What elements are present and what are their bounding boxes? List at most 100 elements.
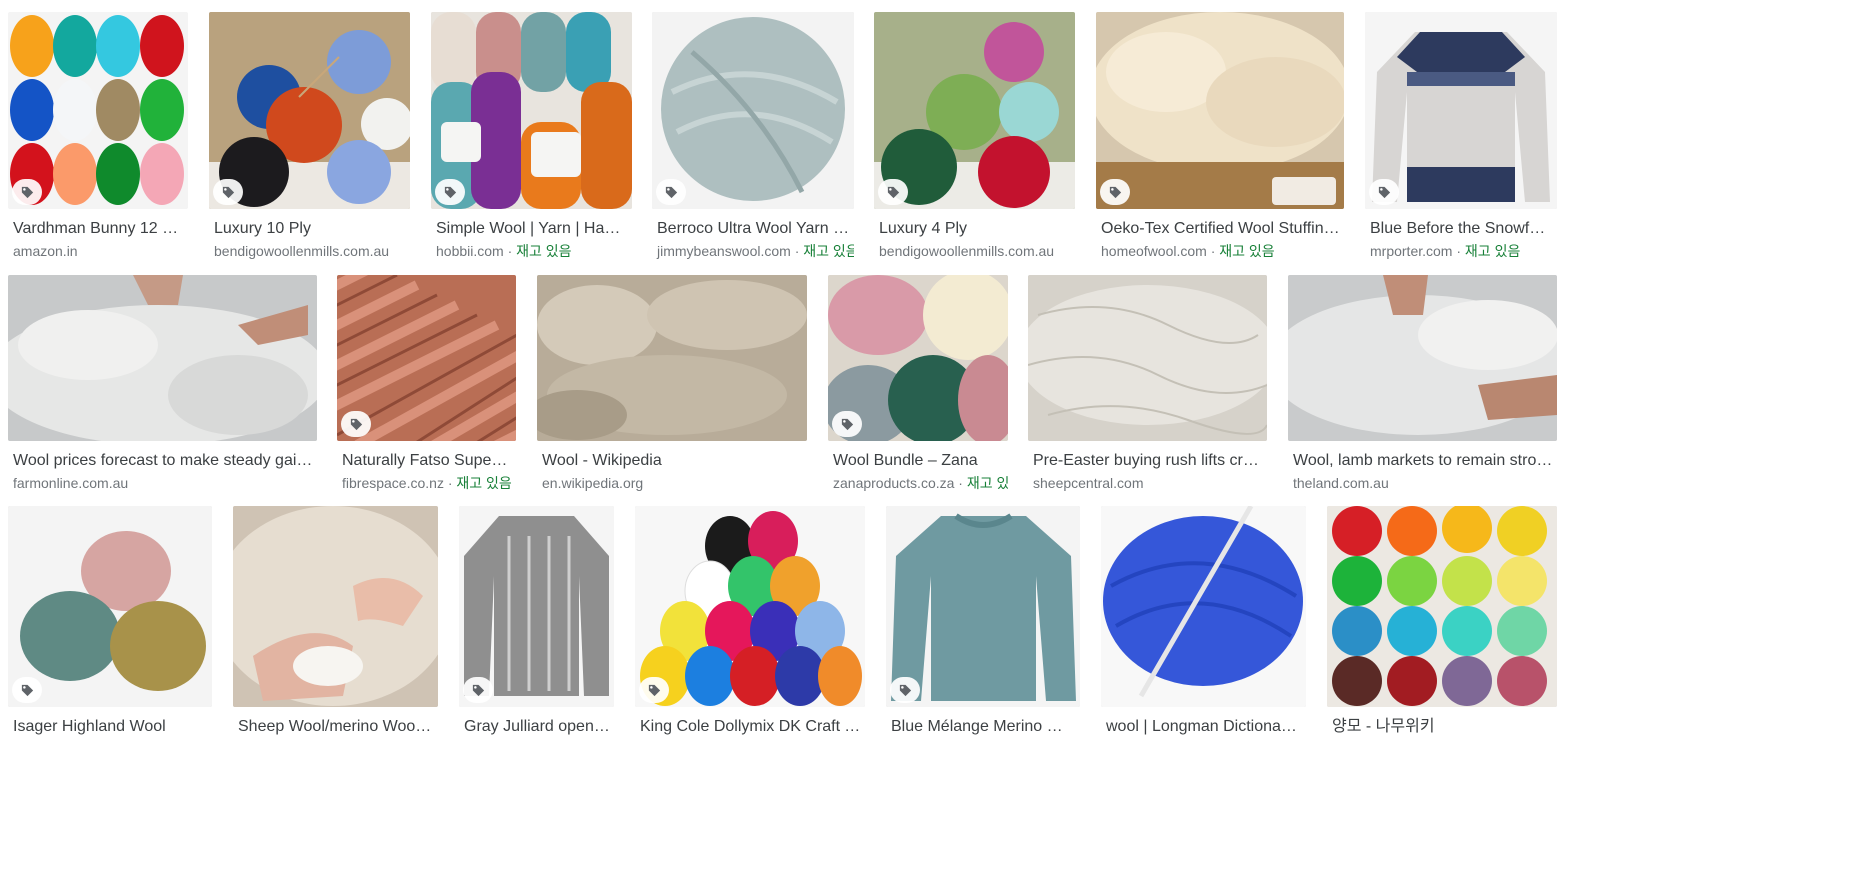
- result-thumbnail[interactable]: [1028, 275, 1267, 441]
- result-card[interactable]: Wool - Wikipedia en.wikipedia.org: [537, 275, 807, 492]
- result-thumbnail[interactable]: [886, 506, 1080, 707]
- result-thumbnail[interactable]: [1101, 506, 1306, 707]
- result-title[interactable]: Sheep Wool/merino Wool/greas...: [233, 717, 438, 737]
- result-meta: zanaproducts.co.za · 재고 있음: [828, 474, 1008, 492]
- blue-yarn-image: [1101, 506, 1306, 707]
- yarn-balls-image: [8, 12, 188, 209]
- result-source[interactable]: theland.com.au: [1293, 475, 1389, 491]
- product-tag-icon: [890, 677, 920, 703]
- in-stock-label: 재고 있음: [516, 243, 572, 259]
- result-card[interactable]: Wool, lamb markets to remain strong in 2…: [1288, 275, 1557, 492]
- result-title[interactable]: Blue Mélange Merino Wool-Bl...: [886, 717, 1080, 737]
- result-thumbnail[interactable]: [337, 275, 516, 441]
- result-source[interactable]: hobbii.com: [436, 243, 504, 259]
- result-meta: fibrespace.co.nz · 재고 있음: [342, 475, 512, 491]
- result-source[interactable]: en.wikipedia.org: [542, 475, 643, 491]
- result-title[interactable]: Wool Bundle – Zana: [828, 451, 1008, 471]
- product-tag-icon: [213, 179, 243, 205]
- result-card[interactable]: Blue Mélange Merino Wool-Bl...: [886, 506, 1080, 737]
- result-title[interactable]: Pre-Easter buying rush lifts crossbred..…: [1028, 451, 1267, 471]
- result-title[interactable]: King Cole Dollymix DK Craft Toy Ma...: [635, 717, 865, 737]
- in-stock-label: 재고 있음: [456, 475, 512, 491]
- result-thumbnail[interactable]: [1288, 275, 1557, 441]
- result-meta: bendigowoollenmills.com.au: [209, 242, 410, 260]
- result-title[interactable]: Vardhman Bunny 12 Pc Co...: [8, 219, 188, 239]
- result-thumbnail[interactable]: [233, 506, 438, 707]
- result-meta: hobbii.com · 재고 있음: [436, 243, 572, 259]
- result-thumbnail[interactable]: [1327, 506, 1557, 707]
- result-source[interactable]: homeofwool.com: [1101, 243, 1207, 259]
- result-source[interactable]: zanaproducts.co.za: [833, 475, 954, 491]
- in-stock-label: 재고 있음: [1219, 243, 1275, 259]
- result-meta: jimmybeanswool.com · 재고 있음: [652, 242, 854, 260]
- result-thumbnail[interactable]: [828, 275, 1008, 441]
- result-meta: farmonline.com.au: [8, 474, 317, 492]
- result-source[interactable]: mrporter.com: [1370, 243, 1452, 259]
- result-card[interactable]: wool | Longman Dictionary of C...: [1101, 506, 1306, 737]
- result-card[interactable]: Sheep Wool/merino Wool/greas...: [233, 506, 438, 737]
- result-thumbnail[interactable]: [8, 275, 317, 441]
- result-thumbnail[interactable]: [652, 12, 854, 209]
- result-title[interactable]: Luxury 10 Ply: [209, 219, 410, 239]
- result-card[interactable]: Berroco Ultra Wool Yarn - 3318... jimmyb…: [652, 12, 854, 260]
- result-meta: sheepcentral.com: [1028, 474, 1267, 492]
- result-thumbnail[interactable]: [537, 275, 807, 441]
- result-card[interactable]: King Cole Dollymix DK Craft Toy Ma...: [635, 506, 865, 737]
- result-card[interactable]: Naturally Fatso Super Chun... fibrespace…: [337, 275, 516, 492]
- result-thumbnail[interactable]: [8, 506, 212, 707]
- wool-fibres-image: [1028, 275, 1267, 441]
- result-source[interactable]: farmonline.com.au: [13, 475, 128, 491]
- fleece-closeup-image: [537, 275, 807, 441]
- grey-yarn-image: [652, 12, 854, 209]
- result-thumbnail[interactable]: [1096, 12, 1344, 209]
- result-source[interactable]: fibrespace.co.nz: [342, 475, 444, 491]
- result-card[interactable]: Wool prices forecast to make steady gain…: [8, 275, 317, 492]
- result-thumbnail[interactable]: [459, 506, 614, 707]
- result-title[interactable]: Wool - Wikipedia: [537, 451, 807, 471]
- result-card[interactable]: Luxury 10 Ply bendigowoollenmills.com.au: [209, 12, 410, 260]
- result-thumbnail[interactable]: [431, 12, 632, 209]
- three-yarn-image: [8, 506, 212, 707]
- result-card[interactable]: Wool Bundle – Zana zanaproducts.co.za · …: [828, 275, 1008, 492]
- result-thumbnail[interactable]: [8, 12, 188, 209]
- result-card[interactable]: 양모 - 나무위키: [1327, 506, 1557, 737]
- result-card[interactable]: Blue Before the Snowfall Fair ... mrport…: [1365, 12, 1557, 260]
- result-title[interactable]: Wool, lamb markets to remain strong in 2…: [1288, 451, 1557, 471]
- yarn-pyramid-image: [635, 506, 865, 707]
- result-card[interactable]: Vardhman Bunny 12 Pc Co... amazon.in: [8, 12, 188, 260]
- result-card[interactable]: Isager Highland Wool: [8, 506, 212, 737]
- result-title[interactable]: 양모 - 나무위키: [1327, 717, 1557, 737]
- result-title[interactable]: Oeko-Tex Certified Wool Stuffing | Hom..…: [1096, 219, 1344, 239]
- result-card[interactable]: Oeko-Tex Certified Wool Stuffing | Hom..…: [1096, 12, 1344, 260]
- result-card[interactable]: Pre-Easter buying rush lifts crossbred..…: [1028, 275, 1267, 492]
- product-tag-icon: [639, 677, 669, 703]
- result-source[interactable]: bendigowoollenmills.com.au: [879, 243, 1054, 259]
- result-card[interactable]: Gray Julliard open-knit ...: [459, 506, 614, 737]
- result-title[interactable]: Naturally Fatso Super Chun...: [337, 451, 516, 471]
- result-source[interactable]: amazon.in: [13, 243, 78, 259]
- result-meta: theland.com.au: [1288, 474, 1557, 492]
- result-title[interactable]: Luxury 4 Ply: [874, 219, 1075, 239]
- result-thumbnail[interactable]: [209, 12, 410, 209]
- result-meta: bendigowoollenmills.com.au: [874, 242, 1075, 260]
- product-tag-icon: [1100, 179, 1130, 205]
- result-source[interactable]: bendigowoollenmills.com.au: [214, 243, 389, 259]
- result-source[interactable]: jimmybeanswool.com: [657, 243, 791, 259]
- result-card[interactable]: Luxury 4 Ply bendigowoollenmills.com.au: [874, 12, 1075, 260]
- result-card[interactable]: Simple Wool | Yarn | Happy She... hobbii…: [431, 12, 632, 260]
- result-title[interactable]: wool | Longman Dictionary of C...: [1101, 717, 1306, 737]
- fleece-image: [1288, 275, 1557, 441]
- result-thumbnail[interactable]: [1365, 12, 1557, 209]
- result-title[interactable]: Simple Wool | Yarn | Happy She...: [431, 219, 632, 239]
- result-title[interactable]: Berroco Ultra Wool Yarn - 3318...: [652, 219, 854, 239]
- result-title[interactable]: Wool prices forecast to make steady gain…: [8, 451, 317, 471]
- result-title[interactable]: Isager Highland Wool: [8, 717, 212, 737]
- product-tag-icon: [878, 179, 908, 205]
- result-thumbnail[interactable]: [874, 12, 1075, 209]
- result-title[interactable]: Blue Before the Snowfall Fair ...: [1365, 219, 1557, 239]
- result-source[interactable]: sheepcentral.com: [1033, 475, 1144, 491]
- result-meta: mrporter.com · 재고 있음: [1370, 243, 1521, 259]
- result-meta: en.wikipedia.org: [537, 474, 807, 492]
- result-thumbnail[interactable]: [635, 506, 865, 707]
- result-title[interactable]: Gray Julliard open-knit ...: [459, 717, 614, 737]
